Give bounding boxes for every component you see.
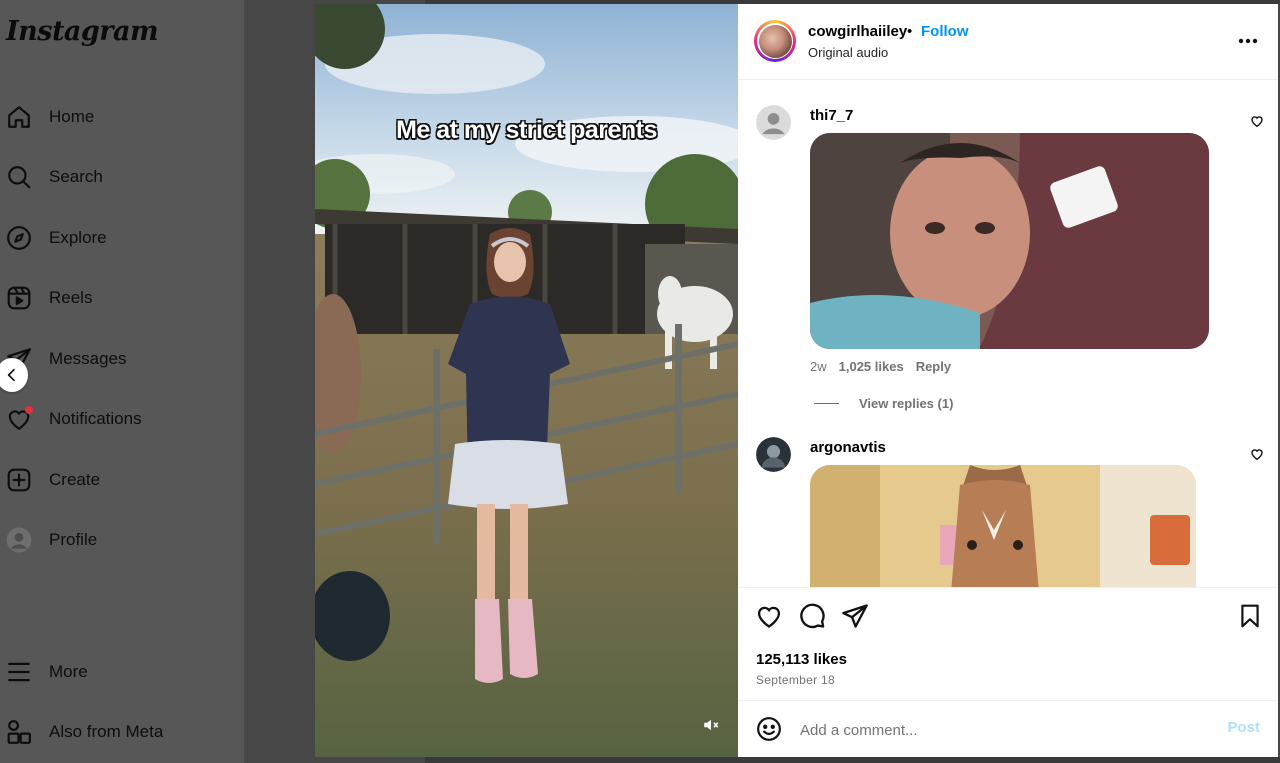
sidebar-item-messages[interactable]: Messages [0, 335, 240, 383]
gif-image [810, 133, 1209, 349]
bookmark-icon [1241, 604, 1259, 628]
view-replies-label: View replies (1) [859, 396, 954, 411]
sidebar-item-label: Also from Meta [49, 722, 164, 741]
comment-like-button[interactable] [1250, 447, 1264, 466]
sidebar-item-also-from-meta[interactable]: Also from Meta [0, 708, 240, 756]
comment-gif[interactable] [810, 465, 1196, 587]
sidebar-item-label: Reels [49, 288, 93, 307]
sidebar-item-label: Explore [49, 228, 107, 247]
replies-line-divider [814, 403, 839, 404]
author-avatar[interactable] [754, 20, 796, 62]
hamburger-icon [5, 658, 33, 686]
comment-meta: 2w 1,025 likes Reply [810, 359, 951, 374]
sidebar-item-more[interactable]: More [0, 648, 240, 696]
save-button[interactable] [1237, 602, 1263, 635]
plus-square-icon [5, 466, 33, 494]
commenter-avatar[interactable] [756, 437, 791, 472]
author-username[interactable]: cowgirlhaiiley [808, 23, 907, 40]
search-icon [5, 163, 33, 191]
post-actions: 125,113 likes September 18 [738, 587, 1278, 701]
comment-likes[interactable]: 1,025 likes [839, 359, 904, 374]
sidebar-item-reels[interactable]: Reels [0, 274, 240, 322]
post-like-count[interactable]: 125,113 likes [756, 651, 847, 668]
heart-icon [5, 405, 33, 433]
commenter-avatar[interactable] [756, 105, 791, 140]
more-horizontal-icon [1238, 38, 1258, 44]
reel-video[interactable]: Me at my strict parents [315, 4, 738, 757]
separator-dot: • [907, 23, 913, 40]
post-date[interactable]: September 18 [756, 673, 835, 687]
add-comment-bar: Post [738, 700, 1278, 758]
emoji-button[interactable] [756, 716, 782, 747]
sidebar-item-label: Notifications [49, 409, 142, 428]
commenter-photo [756, 437, 791, 472]
sidebar-item-home[interactable]: Home [0, 93, 240, 141]
comment-time: 2w [810, 359, 827, 374]
sidebar-item-notifications[interactable]: Notifications [0, 395, 240, 443]
video-caption: Me at my strict parents [396, 116, 657, 144]
sidebar-item-label: More [49, 662, 88, 681]
comment-bubble-icon [800, 603, 825, 629]
sidebar-item-label: Create [49, 470, 101, 489]
sidebar-item-label: Messages [49, 349, 127, 368]
reply-button[interactable]: Reply [916, 359, 951, 374]
share-button[interactable] [841, 602, 869, 635]
view-replies-button[interactable]: View replies (1) [814, 396, 953, 411]
commenter-username[interactable]: thi7_7 [810, 107, 853, 124]
sidebar-item-profile[interactable]: Profile [0, 516, 240, 564]
commenter-username[interactable]: argonavtis [810, 439, 886, 456]
notification-badge [25, 406, 33, 414]
meta-shapes-icon [5, 718, 33, 746]
author-avatar-photo [758, 24, 792, 58]
comment-input[interactable] [798, 715, 1202, 745]
instagram-logo[interactable]: Instagram [6, 16, 159, 47]
post-details-panel: cowgirlhaiiley • Follow Original audio t… [738, 4, 1278, 757]
more-options-button[interactable] [1238, 31, 1258, 49]
paper-plane-icon [842, 604, 868, 628]
like-button[interactable] [755, 602, 783, 635]
audio-label[interactable]: Original audio [808, 45, 888, 60]
mute-toggle-button[interactable] [702, 716, 720, 739]
heart-icon [1251, 449, 1263, 461]
sidebar-item-explore[interactable]: Explore [0, 214, 240, 262]
comment-like-button[interactable] [1250, 114, 1264, 133]
comment-gif[interactable] [810, 133, 1209, 349]
comment-button[interactable] [798, 602, 826, 635]
post-header: cowgirlhaiiley • Follow Original audio [738, 4, 1278, 80]
sidebar-item-search[interactable]: Search [0, 153, 240, 201]
home-icon [5, 103, 33, 131]
comments-list[interactable]: thi7_7 2w 1,025 likes Reply View replies… [738, 80, 1278, 587]
sidebar-item-label: Profile [49, 530, 98, 549]
heart-icon [757, 606, 781, 628]
gif-image [810, 465, 1196, 587]
default-avatar-icon [756, 105, 791, 140]
sidebar-item-create[interactable]: Create [0, 456, 240, 504]
sidebar-item-label: Search [49, 167, 103, 186]
sidebar: Instagram Home Search Explore Reels Mess… [0, 0, 245, 763]
chevron-left-icon [7, 368, 15, 382]
reels-icon [5, 284, 33, 312]
compass-icon [5, 224, 33, 252]
speaker-muted-icon [704, 719, 719, 731]
smiley-icon [757, 717, 781, 741]
heart-icon [1251, 116, 1263, 128]
profile-avatar-icon [5, 526, 33, 554]
sidebar-item-label: Home [49, 107, 95, 126]
post-comment-button[interactable]: Post [1227, 719, 1260, 736]
follow-button[interactable]: Follow [921, 23, 969, 40]
